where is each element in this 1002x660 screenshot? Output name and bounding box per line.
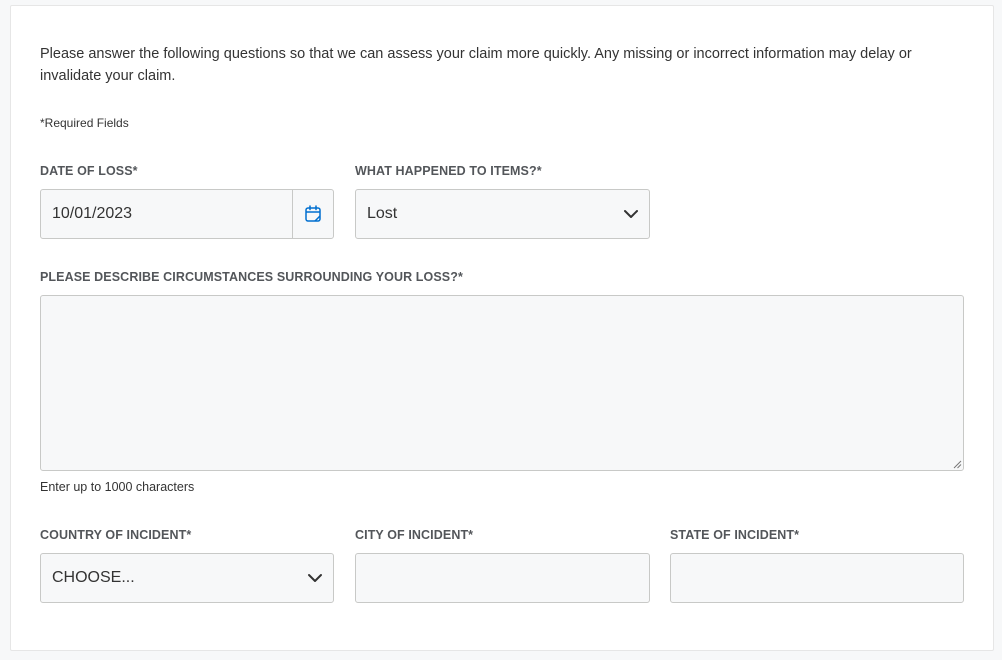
- circumstances-textarea[interactable]: [40, 295, 964, 471]
- country-label: COUNTRY OF INCIDENT*: [40, 528, 192, 542]
- date-of-loss-value: 10/01/2023: [52, 205, 133, 222]
- claim-form-card: Please answer the following questions so…: [10, 5, 994, 651]
- chevron-down-icon: [623, 206, 639, 222]
- state-label: STATE OF INCIDENT*: [670, 528, 800, 542]
- resize-grip-icon[interactable]: [952, 459, 962, 469]
- city-input[interactable]: [355, 553, 650, 603]
- circumstances-hint: Enter up to 1000 characters: [40, 480, 195, 494]
- circumstances-label: PLEASE DESCRIBE CIRCUMSTANCES SURROUNDIN…: [40, 270, 463, 284]
- form-intro-text: Please answer the following questions so…: [40, 46, 912, 84]
- country-value: CHOOSE...: [52, 569, 135, 586]
- date-picker-button[interactable]: [292, 190, 333, 238]
- city-label: CITY OF INCIDENT*: [355, 528, 474, 542]
- calendar-icon: [305, 205, 321, 222]
- what-happened-value: Lost: [367, 205, 398, 222]
- date-of-loss-field[interactable]: 10/01/2023: [40, 189, 334, 239]
- required-fields-note: *Required Fields: [40, 116, 129, 130]
- chevron-down-icon: [307, 570, 323, 586]
- state-input[interactable]: [670, 553, 964, 603]
- what-happened-select[interactable]: Lost: [355, 189, 650, 239]
- country-select[interactable]: CHOOSE...: [40, 553, 334, 603]
- date-of-loss-label: DATE OF LOSS*: [40, 164, 138, 178]
- what-happened-label: WHAT HAPPENED TO ITEMS?*: [355, 164, 542, 178]
